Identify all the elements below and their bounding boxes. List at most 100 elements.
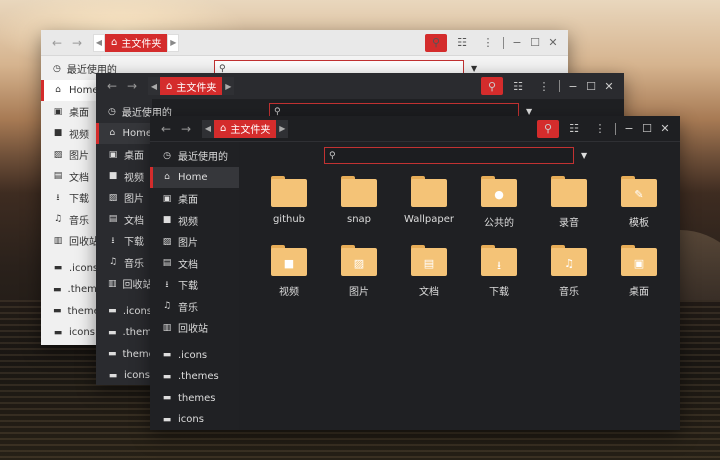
menu-button[interactable]: ⋮ — [533, 77, 555, 95]
path-right-arrow[interactable]: ▶ — [167, 33, 180, 52]
sidebar-item-label: 桌面 — [178, 195, 198, 207]
sidebar-item[interactable]: ▬ themes — [150, 388, 239, 410]
sidebar-item[interactable]: ▬ .themes — [150, 366, 239, 388]
sidebar-item[interactable]: ▥ 回收站 — [150, 317, 239, 339]
back-button[interactable]: ← — [47, 34, 67, 52]
menu-button[interactable]: ⋮ — [477, 34, 499, 52]
search-icon: ⚲ — [487, 79, 497, 93]
path-crumb-home[interactable]: ⌂ 主文件夹 — [214, 119, 277, 138]
maximize-button[interactable]: ☐ — [638, 122, 656, 135]
search-icon: ⚲ — [219, 63, 226, 74]
trash-icon: ▥ — [162, 322, 172, 333]
folder-item[interactable]: github — [254, 176, 324, 229]
sidebar-item[interactable]: ⭳ 下载 — [150, 274, 239, 296]
minimize-button[interactable]: − — [508, 36, 526, 49]
sidebar-item[interactable]: ◷ 最近使用的 — [96, 101, 172, 123]
header-bar: ← → ◀ ⌂ 主文件夹 ▶ ⚲ ☷ ⋮ − ☐ ✕ — [96, 73, 624, 99]
sidebar-item[interactable]: ▬ themes — [41, 301, 105, 323]
path-crumb-home[interactable]: ⌂ 主文件夹 — [160, 77, 223, 95]
clock-icon: ◷ — [163, 150, 171, 161]
path-right-arrow[interactable]: ▶ — [276, 119, 289, 138]
forward-button[interactable]: → — [67, 34, 87, 52]
sidebar-item[interactable]: ▤ 文档 — [41, 166, 101, 188]
home-icon: ⌂ — [109, 128, 116, 139]
sidebar-item[interactable]: ▣ 桌面 — [96, 144, 152, 166]
folder-item[interactable]: ▨ 图片 — [324, 245, 394, 298]
folder-item[interactable]: 录音 — [534, 176, 604, 229]
search-input[interactable]: ⚲ — [324, 147, 574, 164]
sidebar-item[interactable]: ▣ 桌面 — [150, 188, 239, 210]
sidebar-item[interactable]: ▨ 图片 — [41, 144, 101, 166]
sidebar-item[interactable]: ▬ icons — [96, 365, 152, 385]
sidebar-item[interactable]: ▨ 图片 — [150, 231, 239, 253]
sidebar-item[interactable]: ▨ 图片 — [96, 187, 152, 209]
folder-item[interactable]: ■ 视频 — [254, 245, 324, 298]
minimize-button[interactable]: − — [620, 122, 638, 135]
list-view-icon: ☷ — [457, 36, 467, 49]
sidebar-item[interactable]: ◷ 最近使用的 — [150, 145, 239, 167]
folder-item[interactable]: ♫ 音乐 — [534, 245, 604, 298]
path-crumb-home[interactable]: ⌂ 主文件夹 — [105, 33, 168, 52]
folder-item[interactable]: Wallpaper — [394, 176, 464, 229]
sidebar-item[interactable]: ■ 视频 — [150, 210, 239, 232]
sidebar-item[interactable]: ▬ .icons — [96, 301, 152, 323]
sidebar-item[interactable]: ■ 视频 — [41, 123, 101, 145]
sidebar-item-label: 下载 — [69, 194, 89, 206]
sidebar-item[interactable]: ▬ .icons — [41, 258, 101, 280]
folder-item[interactable]: ● 公共的 — [464, 176, 534, 229]
view-toggle-button[interactable]: ☷ — [451, 34, 473, 52]
search-dropdown-button[interactable]: ▼ — [526, 107, 532, 116]
sidebar-item[interactable]: ♫ 音乐 — [41, 209, 101, 231]
sidebar-item[interactable]: ▥ 回收站 — [41, 230, 101, 252]
sidebar-item[interactable]: ▤ 文档 — [150, 253, 239, 275]
search-button[interactable]: ⚲ — [481, 77, 503, 95]
maximize-button[interactable]: ☐ — [582, 80, 600, 93]
sidebar-item[interactable]: ⌂ Home — [41, 79, 101, 101]
sidebar-item-label: 桌面 — [69, 108, 89, 120]
sidebar-item[interactable]: ⭳ 下载 — [96, 230, 152, 252]
sidebar-item[interactable]: ▬ themes — [96, 344, 160, 366]
path-left-arrow[interactable]: ◀ — [93, 33, 105, 52]
folder-item[interactable]: ▤ 文档 — [394, 245, 464, 298]
folder-item[interactable]: ⭳ 下载 — [464, 245, 534, 298]
sidebar-item[interactable]: ■ 视频 — [96, 166, 152, 188]
sidebar-item[interactable]: ▬ .themes — [96, 322, 163, 344]
view-toggle-button[interactable]: ☷ — [563, 120, 585, 138]
menu-button[interactable]: ⋮ — [589, 120, 611, 138]
sidebar-item[interactable]: ▥ 回收站 — [96, 273, 153, 295]
path-right-arrow[interactable]: ▶ — [222, 77, 235, 95]
forward-button[interactable]: → — [176, 120, 196, 138]
path-left-arrow[interactable]: ◀ — [202, 119, 214, 138]
close-button[interactable]: ✕ — [656, 122, 674, 135]
minimize-button[interactable]: − — [564, 80, 582, 93]
search-button[interactable]: ⚲ — [425, 33, 447, 52]
sidebar-item[interactable]: ♫ 音乐 — [96, 252, 152, 274]
folder-item[interactable]: ▣ 桌面 — [604, 245, 674, 298]
back-button[interactable]: ← — [156, 120, 176, 138]
sidebar-item[interactable]: ◷ 最近使用的 — [41, 58, 117, 80]
folder-item[interactable]: snap — [324, 176, 394, 229]
sidebar-item[interactable]: ▤ 文档 — [96, 209, 152, 231]
sidebar-item[interactable]: ⌂ Home — [96, 122, 152, 144]
path-left-arrow[interactable]: ◀ — [148, 77, 160, 95]
maximize-button[interactable]: ☐ — [526, 36, 544, 49]
sidebar-item[interactable]: ▬ icons — [41, 322, 101, 344]
sidebar-item[interactable]: ⌂ Home — [150, 166, 239, 188]
clock-icon: ◷ — [53, 63, 61, 74]
sidebar-item[interactable]: ▬ .icons — [150, 345, 239, 367]
forward-button[interactable]: → — [122, 77, 142, 95]
search-dropdown-button[interactable]: ▼ — [581, 151, 587, 160]
close-button[interactable]: ✕ — [544, 36, 562, 49]
view-toggle-button[interactable]: ☷ — [507, 77, 529, 95]
sidebar-item[interactable]: ▬ icons — [150, 409, 239, 430]
folder-item[interactable]: ✎ 模板 — [604, 176, 674, 229]
back-button[interactable]: ← — [102, 77, 122, 95]
sidebar-item[interactable]: ▣ 桌面 — [41, 101, 101, 123]
search-button[interactable]: ⚲ — [537, 119, 559, 138]
sidebar-item[interactable]: ♫ 音乐 — [150, 296, 239, 318]
search-dropdown-button[interactable]: ▼ — [471, 64, 477, 73]
folder-label: 音乐 — [559, 287, 579, 298]
sidebar-item[interactable]: ▬ .themes — [41, 279, 108, 301]
close-button[interactable]: ✕ — [600, 80, 618, 93]
sidebar-item[interactable]: ⭳ 下载 — [41, 187, 101, 209]
